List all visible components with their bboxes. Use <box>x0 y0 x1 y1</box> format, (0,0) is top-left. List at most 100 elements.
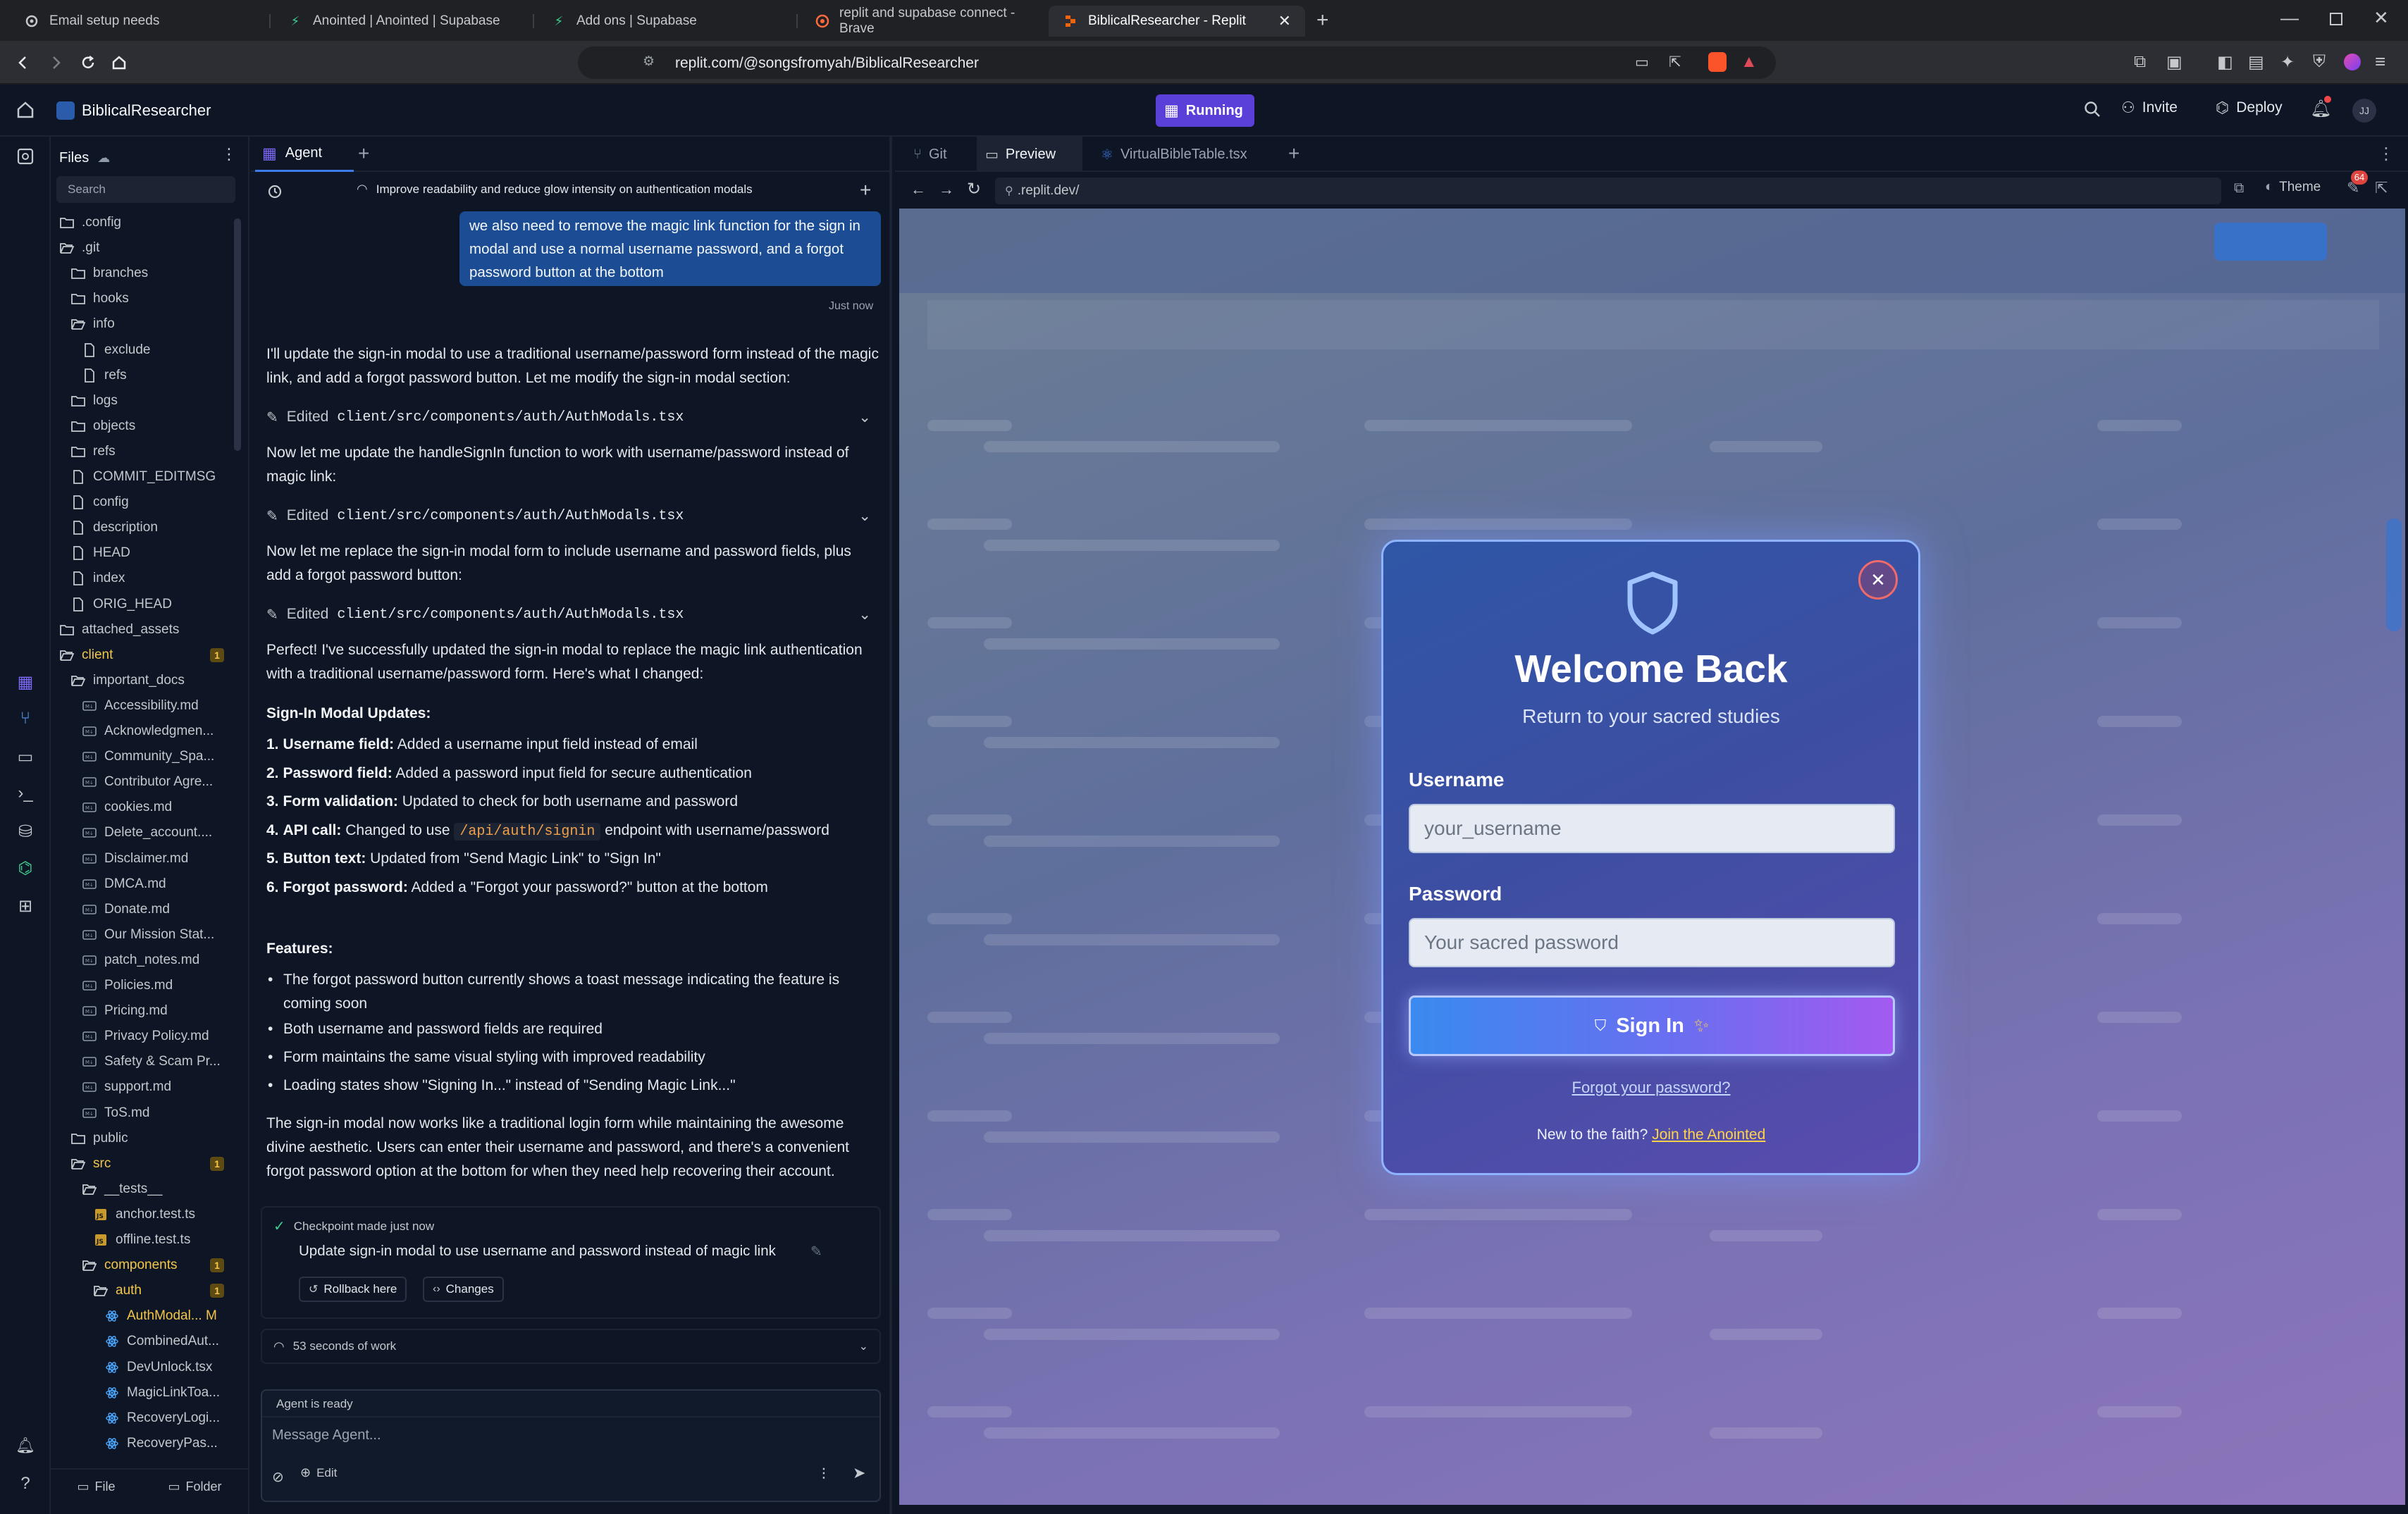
username-input[interactable]: your_username <box>1409 804 1895 853</box>
folder-item[interactable]: .git <box>51 235 238 261</box>
run-status-button[interactable]: ▦ Running <box>1156 94 1254 127</box>
file-item[interactable]: M↓ Pricing.md <box>51 998 238 1024</box>
new-tab-icon[interactable]: + <box>1316 8 1329 32</box>
folder-item[interactable]: important_docs <box>51 668 238 693</box>
folder-item[interactable]: src 1 <box>51 1151 238 1177</box>
open-external-icon[interactable]: ⇱ <box>2375 179 2388 197</box>
search-icon[interactable] <box>2083 100 2101 118</box>
home-icon[interactable] <box>16 100 35 120</box>
preview-icon[interactable]: ▭ <box>13 744 38 769</box>
reader-icon[interactable]: ▣ <box>2166 52 2182 73</box>
file-item[interactable]: exclude <box>51 337 238 363</box>
file-item[interactable]: CombinedAut... <box>51 1329 238 1354</box>
thread-title[interactable]: ◠ Improve readability and reduce glow in… <box>357 182 850 197</box>
changes-button[interactable]: ‹› Changes <box>423 1277 504 1302</box>
tab-virtualbibletable[interactable]: ⚛ VirtualBibleTable.tsx <box>1092 137 1256 172</box>
tab-git[interactable]: ⑂ Git <box>905 137 956 172</box>
database-icon[interactable]: ⛁ <box>13 819 38 844</box>
brave-shields-icon[interactable] <box>1708 52 1727 72</box>
file-item[interactable]: M↓ Our Mission Stat... <box>51 922 238 948</box>
help-icon[interactable]: ? <box>13 1471 38 1496</box>
theme-button[interactable]: ◐ Theme <box>2265 179 2321 195</box>
menu-icon[interactable]: ≡ <box>2375 51 2385 73</box>
back-icon[interactable] <box>11 51 35 75</box>
file-item[interactable]: JS anchor.test.ts <box>51 1202 238 1227</box>
share-icon[interactable]: ⇱ <box>1669 54 1681 71</box>
alerts-icon[interactable]: 🔔︎ <box>13 1433 38 1458</box>
reload-icon[interactable]: ↻ <box>967 179 981 199</box>
signin-button[interactable]: ⛉ Sign In ✨︎ <box>1409 995 1895 1056</box>
cast-icon[interactable]: ▭ <box>1635 54 1649 71</box>
sidebar-icon[interactable]: ◧ <box>2217 52 2233 73</box>
file-item[interactable]: M↓ Community_Spa... <box>51 744 238 769</box>
browser-tab-active[interactable]: BiblicalResearcher - Replit ✕ <box>1049 6 1305 37</box>
folder-item[interactable]: hooks <box>51 286 238 311</box>
folder-item[interactable]: client 1 <box>51 643 238 668</box>
more-options-icon[interactable]: ⋮ <box>221 145 237 163</box>
folder-item[interactable]: objects <box>51 414 238 439</box>
new-thread-icon[interactable]: + <box>860 179 871 201</box>
file-item[interactable]: M↓ Privacy Policy.md <box>51 1024 238 1049</box>
attach-icon[interactable]: ⊘ <box>272 1468 284 1486</box>
leo-ai-icon[interactable]: ✦ <box>2280 52 2295 73</box>
search-files-icon[interactable] <box>13 144 38 169</box>
folder-item[interactable]: info <box>51 311 238 337</box>
folder-item[interactable]: logs <box>51 388 238 414</box>
file-item[interactable]: AuthModal... M <box>51 1303 238 1329</box>
file-item[interactable]: config <box>51 490 238 515</box>
close-tab-icon[interactable]: ✕ <box>1278 12 1291 30</box>
folder-item[interactable]: .config <box>51 210 238 235</box>
project-name[interactable]: BiblicalResearcher <box>82 101 211 120</box>
browser-tab[interactable]: ⚡ Add ons | Supabase <box>537 6 795 37</box>
folder-item[interactable]: branches <box>51 261 238 286</box>
add-tab-icon[interactable]: + <box>358 142 369 165</box>
file-item[interactable]: JS offline.test.ts <box>51 1227 238 1253</box>
reload-icon[interactable] <box>76 51 100 75</box>
join-link[interactable]: Join the Anointed <box>1652 1127 1765 1143</box>
tab-preview[interactable]: ▭ Preview <box>977 137 1082 172</box>
forgot-password-link[interactable]: Forgot your password? <box>1383 1079 1919 1097</box>
deployments-icon[interactable]: ⌬ <box>13 855 38 881</box>
agent-icon[interactable]: ▦ <box>13 669 38 695</box>
profile-icon[interactable] <box>2344 54 2361 70</box>
file-search-input[interactable]: Search <box>56 176 235 203</box>
message-input[interactable]: Message Agent... <box>272 1427 864 1456</box>
browser-tab[interactable]: ⚡ Anointed | Anointed | Supabase <box>273 6 531 37</box>
file-item[interactable]: refs <box>51 363 238 388</box>
address-bar[interactable]: ⚙ replit.com/@songsfromyah/BiblicalResea… <box>578 46 1776 79</box>
back-icon[interactable]: ← <box>910 180 926 199</box>
file-item[interactable]: M↓ ToS.md <box>51 1100 238 1126</box>
file-item[interactable]: COMMIT_EDITMSG <box>51 464 238 490</box>
file-item[interactable]: RecoveryPas... <box>51 1431 238 1456</box>
folder-item[interactable]: refs <box>51 439 238 464</box>
new-folder-button[interactable]: ▭ Folder <box>168 1479 221 1494</box>
vpn-icon[interactable]: ⛨ <box>2313 52 2326 72</box>
file-item[interactable]: M↓ Donate.md <box>51 897 238 922</box>
file-item[interactable]: MagicLinkToa... <box>51 1380 238 1406</box>
file-item[interactable]: M↓ Accessibility.md <box>51 693 238 719</box>
avatar[interactable]: JJ <box>2352 99 2376 123</box>
invite-button[interactable]: ⚇ Invite <box>2121 99 2178 117</box>
browser-tab[interactable]: Email setup needs <box>10 6 268 37</box>
more-options-icon[interactable]: ⋮ <box>2378 144 2395 164</box>
git-icon[interactable]: ⑂ <box>13 706 38 731</box>
file-item[interactable]: index <box>51 566 238 591</box>
preview-url-bar[interactable]: ⚲ .replit.dev/ <box>995 178 2221 204</box>
edited-file-row[interactable]: ✎ Edited client/src/components/auth/Auth… <box>266 403 879 431</box>
maximize-icon[interactable] <box>2330 13 2342 25</box>
file-item[interactable]: M↓ patch_notes.md <box>51 948 238 973</box>
close-window-icon[interactable]: ✕ <box>2373 7 2389 29</box>
deploy-button[interactable]: ⌬ Deploy <box>2216 99 2283 117</box>
history-icon[interactable] <box>266 183 283 200</box>
console-icon[interactable]: ›_ <box>13 781 38 806</box>
folder-item[interactable]: auth 1 <box>51 1278 238 1303</box>
folder-item[interactable]: components 1 <box>51 1253 238 1278</box>
edit-pencil-icon[interactable]: ✎ <box>810 1243 822 1260</box>
file-item[interactable]: M↓ Disclaimer.md <box>51 846 238 871</box>
folder-item[interactable]: __tests__ <box>51 1177 238 1202</box>
close-modal-button[interactable]: ✕ <box>1858 560 1898 600</box>
file-item[interactable]: description <box>51 515 238 540</box>
file-item[interactable]: M↓ Policies.md <box>51 973 238 998</box>
folder-item[interactable]: attached_assets <box>51 617 238 643</box>
tab-agent[interactable]: ▦ Agent <box>255 137 354 172</box>
